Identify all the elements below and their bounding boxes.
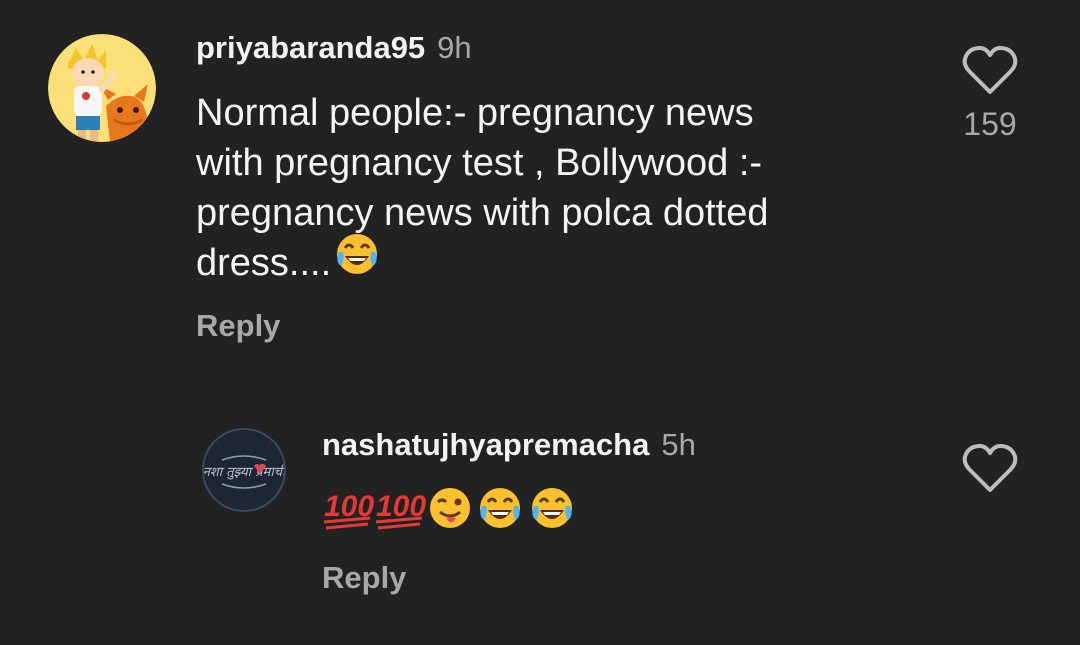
timestamp: 5h [661, 427, 696, 462]
avatar[interactable] [48, 34, 156, 142]
reply-button[interactable]: Reply [196, 308, 280, 344]
comment-emojis: 100 100 [322, 484, 578, 545]
avatar[interactable]: नशा तुझ्या प्रेमाची [202, 428, 286, 512]
username-text[interactable]: nashatujhyapremacha [322, 427, 649, 462]
cartoon-boy-and-fox-avatar-icon [48, 34, 156, 142]
winking-face-with-tongue-emoji [426, 484, 474, 545]
tears-of-joy-emoji [526, 484, 578, 545]
avatar-text: नशा तुझ्या प्रेमाची [204, 464, 284, 480]
timestamp: 9h [437, 30, 472, 65]
tears-of-joy-emoji [333, 230, 381, 291]
tears-of-joy-emoji [474, 484, 526, 545]
username[interactable]: priyabaranda95 9h [196, 30, 472, 66]
like-button[interactable] [962, 444, 1018, 499]
reply-button[interactable]: Reply [322, 560, 406, 596]
username[interactable]: nashatujhyapremacha 5h [322, 427, 696, 463]
username-text[interactable]: priyabaranda95 [196, 30, 425, 65]
like-count: 159 [963, 106, 1017, 142]
comment-text: Normal people:- pregnancy news with preg… [196, 88, 876, 291]
heart-icon [962, 46, 1018, 94]
hundred-points-emoji: 100 [322, 484, 374, 545]
marathi-calligraphy-avatar-icon: नशा तुझ्या प्रेमाची [204, 430, 284, 510]
comment-text-content: Normal people:- pregnancy news with preg… [196, 92, 769, 284]
like-button[interactable] [962, 46, 1018, 101]
hundred-points-emoji: 100 [374, 484, 426, 545]
heart-icon [962, 444, 1018, 492]
